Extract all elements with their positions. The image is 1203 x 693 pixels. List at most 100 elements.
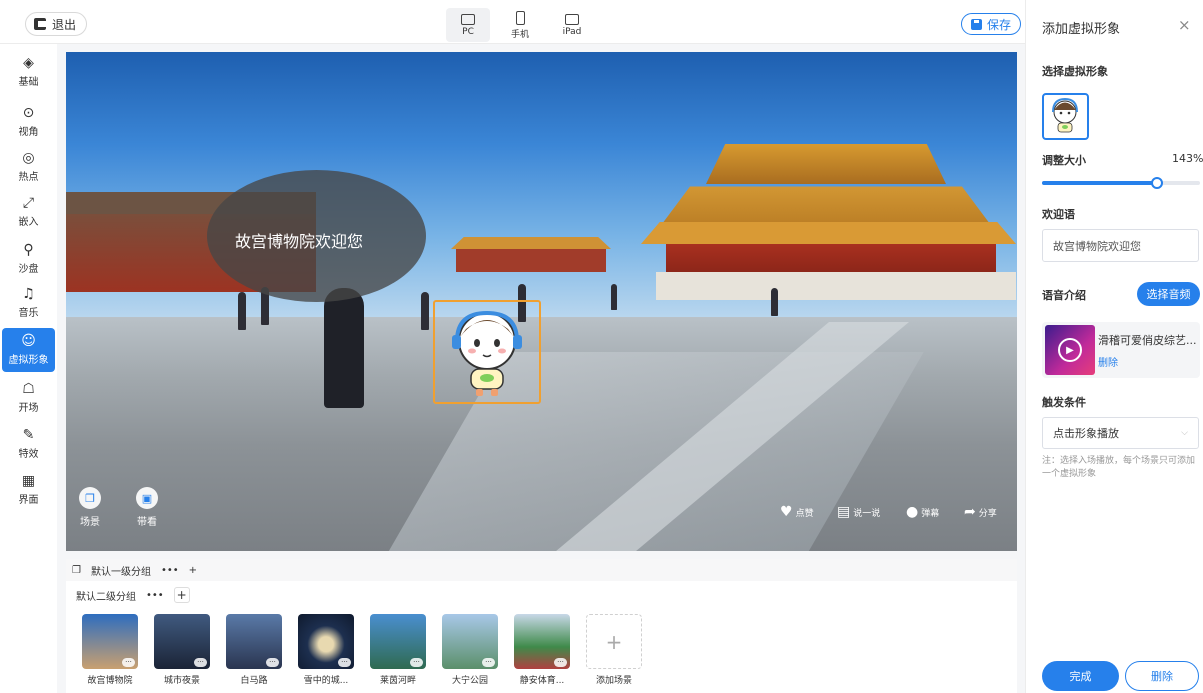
heart-icon: ♥ [780,504,793,520]
guide-button[interactable]: ▣ 带看 [136,487,158,528]
add-avatar-panel: 添加虚拟形象 × 选择虚拟形象 调整大小 143% 欢迎语 语音介绍 选择音频 [1025,0,1203,693]
scene-thumb[interactable]: ··· 故宫博物院 [82,614,138,686]
scene-name: 大宁公园 [451,676,488,686]
trigger-select[interactable]: 点击形象播放 ⌵ [1042,417,1199,449]
device-label: 手机 [510,29,529,40]
palace-upper-roof [706,144,946,184]
left-sidebar: ◈ 基础 ⊙ 视角 ◎ 热点 ⤢ 嵌入 ⚲ 沙盘 ♫ 音乐 ☺ 虚拟形象 ☖ 开 [0,44,57,693]
size-slider-handle[interactable] [1151,177,1164,189]
device-pc-button[interactable]: PC [446,8,490,42]
more-icon[interactable]: ··· [266,658,279,667]
comment-icon: ▤ [837,504,851,520]
phone-icon [515,10,525,25]
scene-button[interactable]: ❐ 场景 [79,487,101,528]
sidebar-item-view[interactable]: ⊙ 视角 [0,100,57,144]
delete-button[interactable]: 删除 [1125,661,1199,691]
close-icon[interactable]: × [1178,16,1191,34]
group2-tab[interactable]: 默认二级分组 [76,588,136,603]
audio-cover[interactable]: ▶ [1045,325,1095,375]
scene-thumb[interactable]: ··· 城市夜景 [154,614,210,686]
scene-image: ··· [154,614,210,669]
scene-thumb[interactable]: ··· 莱茵河畔 [370,614,426,686]
audio-delete-link[interactable]: 删除 [1098,354,1118,369]
visitor-figure [421,292,429,330]
virtual-avatar-figure[interactable] [444,307,530,399]
sidebar-item-label: 开场 [18,403,39,414]
sidebar-item-avatar[interactable]: ☺ 虚拟形象 [2,328,55,372]
play-icon[interactable]: ▶ [1058,338,1082,362]
hotspot-icon: ◎ [22,150,35,166]
more-icon[interactable]: ··· [482,658,495,667]
embed-icon: ⤢ [22,195,35,211]
choose-audio-button[interactable]: 选择音频 [1137,282,1200,306]
add-scene-button[interactable]: + 添加场景 [586,614,642,686]
greeting-input[interactable] [1042,229,1199,262]
trigger-label: 触发条件 [1042,396,1086,409]
group1-tab[interactable]: 默认一级分组 [91,563,151,578]
sidebar-item-effects[interactable]: ✎ 特效 [0,422,57,466]
scene-name: 莱茵河畔 [379,676,416,686]
sidebar-item-embed[interactable]: ⤢ 嵌入 [0,190,57,234]
scene-button-label: 场景 [80,517,100,528]
visitor-figure [238,292,246,330]
exit-icon [34,18,46,30]
layers-icon: ◈ [23,55,34,71]
sidebar-item-label: 嵌入 [18,217,39,228]
palace-lower-eave [641,222,1016,244]
voice-intro-label: 语音介绍 [1042,289,1086,302]
distant-gate [456,247,606,272]
panorama-viewer[interactable]: 故宫博物院欢迎您 ❐ 场景 ▣ 带看 ♥ 点赞 ▤ 说一说 ● 弹幕 ➦ 分享 [66,52,1017,551]
exit-button[interactable]: 退出 [25,12,88,36]
action-label: 弹幕 [921,508,940,519]
scene-name: 雪中的城... [303,676,349,686]
walking-visitor [324,288,364,408]
scene-image: ··· [442,614,498,669]
more-icon[interactable]: ··· [338,658,351,667]
scene-thumbnails: ··· 故宫博物院 ··· 城市夜景 ··· 白马路 ··· 雪中的城... ·… [82,614,642,686]
audio-name: 滑稽可爱俏皮综艺... [1098,334,1197,347]
save-button[interactable]: 保存 [961,13,1022,35]
add-scene-label: 添加场景 [595,676,632,686]
done-button[interactable]: 完成 [1042,661,1119,691]
scene-thumb[interactable]: ··· 雪中的城... [298,614,354,686]
sidebar-item-opening[interactable]: ☖ 开场 [0,376,57,420]
copy-icon[interactable]: ❐ [72,565,81,576]
more-icon[interactable]: ··· [194,658,207,667]
device-ipad-button[interactable]: iPad [550,8,594,42]
group1-more-button[interactable]: ••• [161,565,179,576]
scene-thumb[interactable]: ··· 大宁公园 [442,614,498,686]
like-action[interactable]: ♥ 点赞 [780,504,814,520]
more-icon[interactable]: ··· [554,658,567,667]
sidebar-item-hotspot[interactable]: ◎ 热点 [0,145,57,189]
chevron-down-icon: ⌵ [1181,428,1188,438]
group2-more-button[interactable]: ••• [146,590,164,601]
guide-button-label: 带看 [137,517,157,528]
avatar-icon: ☺ [21,333,36,349]
scene-thumb[interactable]: ··· 静安体育... [514,614,570,686]
danmaku-action[interactable]: ● 弹幕 [906,504,939,520]
sidebar-item-basic[interactable]: ◈ 基础 [0,50,57,94]
share-action[interactable]: ➦ 分享 [964,504,997,520]
sidebar-item-music[interactable]: ♫ 音乐 [0,281,57,325]
trigger-value: 点击形象播放 [1053,427,1119,440]
sidebar-item-sandbox[interactable]: ⚲ 沙盘 [0,237,57,281]
scene-name: 白马路 [240,676,268,686]
scene-thumb[interactable]: ··· 白马路 [226,614,282,686]
comment-action[interactable]: ▤ 说一说 [837,504,880,520]
add-group1-button[interactable]: + [189,565,197,576]
more-icon[interactable]: ··· [410,658,423,667]
device-label: PC [462,26,474,37]
avatar-thumbnail-icon [1052,97,1078,133]
sidebar-item-label: 特效 [18,449,39,460]
sidebar-item-label: 界面 [18,495,39,506]
size-slider[interactable] [1042,177,1200,189]
action-label: 分享 [978,508,997,519]
add-group2-button[interactable]: + [173,587,190,603]
more-icon[interactable]: ··· [122,658,135,667]
avatar-option-selected[interactable] [1042,93,1089,140]
sidebar-item-interface[interactable]: ▦ 界面 [0,468,57,512]
size-slider-fill [1042,181,1158,185]
speech-bubble-text: 故宫博物院欢迎您 [235,232,364,251]
device-phone-button[interactable]: 手机 [498,8,542,42]
scene-image: ··· [82,614,138,669]
